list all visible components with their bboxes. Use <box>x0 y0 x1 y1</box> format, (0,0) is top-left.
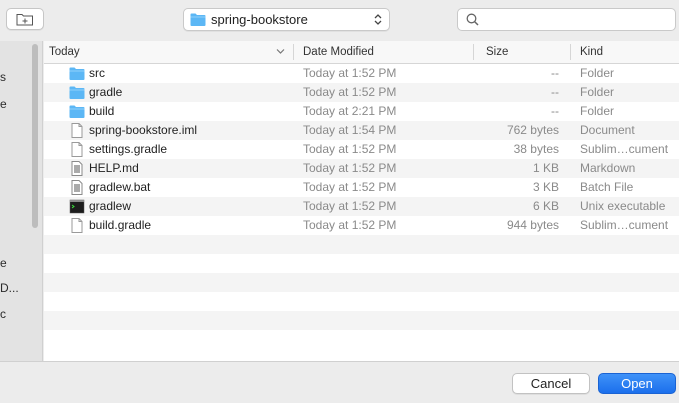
file-row[interactable]: gradle Today at 1:52 PM -- Folder <box>44 83 679 102</box>
column-header: Today Date Modified Size Kind <box>44 41 679 64</box>
file-row[interactable]: gradlew.bat Today at 1:52 PM 3 KB Batch Fil… <box>44 178 679 197</box>
empty-row <box>44 235 679 254</box>
file-name: spring-bookstore.iml <box>89 123 198 137</box>
document-icon <box>69 142 85 157</box>
column-divider[interactable] <box>473 44 474 60</box>
file-name: build <box>89 104 115 118</box>
file-date: Today at 1:52 PM <box>303 218 397 232</box>
file-date: Today at 1:52 PM <box>303 161 397 175</box>
file-size: -- <box>551 66 559 80</box>
file-date: Today at 1:52 PM <box>303 85 397 99</box>
sidebar-item-label[interactable]: D... <box>0 281 19 295</box>
file-size: -- <box>551 104 559 118</box>
sidebar-item-label[interactable]: e <box>0 256 7 270</box>
search-input[interactable] <box>484 12 664 27</box>
new-folder-button[interactable] <box>6 8 44 30</box>
open-button[interactable]: Open <box>598 373 676 394</box>
chevron-updown-icon <box>374 14 382 25</box>
file-kind: Sublim…cument <box>580 218 669 232</box>
toolbar: spring-bookstore <box>0 0 679 41</box>
sidebar-item-label[interactable]: s <box>0 70 6 84</box>
folder-icon <box>69 66 85 81</box>
folder-icon <box>69 85 85 100</box>
file-date: Today at 1:52 PM <box>303 142 397 156</box>
column-header-name[interactable]: Today <box>49 41 80 63</box>
sidebar-scrollbar[interactable] <box>32 44 38 228</box>
file-kind: Markdown <box>580 161 636 175</box>
terminal-icon <box>69 199 85 214</box>
file-size: 6 KB <box>532 199 559 213</box>
file-row[interactable]: src Today at 1:52 PM -- Folder <box>44 64 679 83</box>
column-divider[interactable] <box>293 44 294 60</box>
file-row[interactable]: settings.gradle Today at 1:52 PM 38 bytes S… <box>44 140 679 159</box>
file-name: gradle <box>89 85 123 99</box>
file-list: Today Date Modified Size Kind src Today a… <box>44 41 679 361</box>
file-kind: Folder <box>580 66 615 80</box>
file-row[interactable]: build.gradle Today at 1:52 PM 944 bytes Sub… <box>44 216 679 235</box>
file-date: Today at 1:52 PM <box>303 199 397 213</box>
file-date: Today at 1:52 PM <box>303 180 397 194</box>
empty-row <box>44 254 679 273</box>
search-icon <box>466 13 479 26</box>
file-name: build.gradle <box>89 218 152 232</box>
folder-icon <box>190 13 206 26</box>
text-document-icon <box>69 180 85 195</box>
location-popup[interactable]: spring-bookstore <box>183 8 390 31</box>
sidebar-item-label[interactable]: c <box>0 307 6 321</box>
file-name: settings.gradle <box>89 142 168 156</box>
file-row[interactable]: build Today at 2:21 PM -- Folder <box>44 102 679 121</box>
file-date: Today at 1:54 PM <box>303 123 397 137</box>
file-row[interactable]: HELP.md Today at 1:52 PM 1 KB Markdown <box>44 159 679 178</box>
file-kind: Document <box>580 123 635 137</box>
file-rows: src Today at 1:52 PM -- Folder gradle Today a… <box>44 64 679 349</box>
file-kind: Batch File <box>580 180 634 194</box>
file-date: Today at 1:52 PM <box>303 66 397 80</box>
file-kind: Sublim…cument <box>580 142 669 156</box>
folder-icon <box>69 104 85 119</box>
empty-row <box>44 311 679 330</box>
chevron-down-icon[interactable] <box>276 48 285 55</box>
empty-row <box>44 330 679 349</box>
empty-row <box>44 273 679 292</box>
search-field[interactable] <box>457 8 676 31</box>
file-kind: Unix executable <box>580 199 666 213</box>
file-size: 3 KB <box>532 180 559 194</box>
sidebar: s e e D... c <box>0 41 43 361</box>
column-header-size[interactable]: Size <box>486 41 508 63</box>
file-size: 38 bytes <box>513 142 559 156</box>
file-row[interactable]: spring-bookstore.iml Today at 1:54 PM 762 … <box>44 121 679 140</box>
column-header-date[interactable]: Date Modified <box>303 41 374 63</box>
file-size: -- <box>551 85 559 99</box>
file-name: gradlew.bat <box>89 180 151 194</box>
new-folder-icon <box>16 14 33 26</box>
file-kind: Folder <box>580 85 615 99</box>
button-bar: Cancel Open <box>0 361 679 403</box>
file-date: Today at 2:21 PM <box>303 104 397 118</box>
column-header-kind[interactable]: Kind <box>580 41 603 63</box>
empty-row <box>44 292 679 311</box>
file-row[interactable]: gradlew Today at 1:52 PM 6 KB Unix executab… <box>44 197 679 216</box>
sidebar-item-label[interactable]: e <box>0 97 7 111</box>
location-label: spring-bookstore <box>211 12 308 27</box>
text-document-icon <box>69 161 85 176</box>
document-icon <box>69 218 85 233</box>
file-name: gradlew <box>89 199 132 213</box>
file-size: 1 KB <box>532 161 559 175</box>
file-name: HELP.md <box>89 161 139 175</box>
file-size: 944 bytes <box>506 218 559 232</box>
file-kind: Folder <box>580 104 615 118</box>
file-size: 762 bytes <box>506 123 559 137</box>
file-name: src <box>89 66 105 80</box>
cancel-button[interactable]: Cancel <box>512 373 590 394</box>
column-divider[interactable] <box>570 44 571 60</box>
document-icon <box>69 123 85 138</box>
